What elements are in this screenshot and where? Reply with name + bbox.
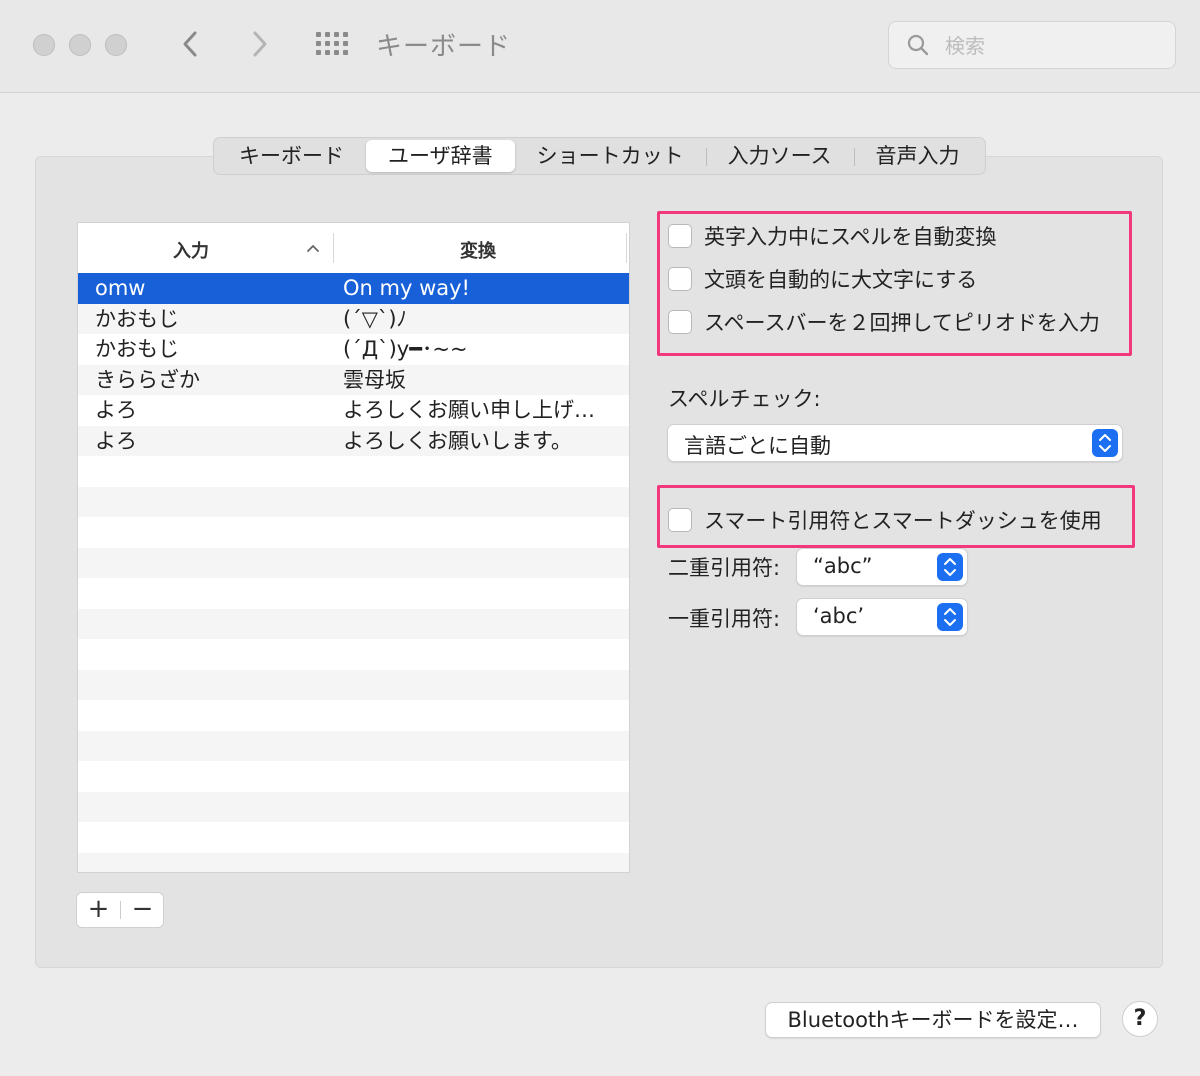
table-row[interactable]: よろ よろしくお願い申し上げ… <box>78 395 629 426</box>
user-dictionary-table[interactable]: 入力 変換 omw On my way! かおもじ (´▽`)ﾉ かおもじ (´… <box>77 222 630 873</box>
zoom-window-button[interactable] <box>105 34 127 56</box>
single-quote-label: 一重引用符: <box>668 607 781 631</box>
spellcheck-select[interactable]: 言語ごとに自動 <box>667 424 1123 462</box>
empty-row <box>78 578 629 609</box>
keyboard-preferences-window: キーボード キーボード ユーザ辞書 ショートカット 入力ソース 音声入力 入力 … <box>0 0 1200 1076</box>
table-header: 入力 変換 <box>78 223 629 274</box>
chevron-left-icon <box>183 31 197 57</box>
tab-input-sources[interactable]: 入力ソース <box>705 140 854 172</box>
column-header-input[interactable]: 入力 <box>173 237 209 263</box>
auto-capitalize-label: 文頭を自動的に大文字にする <box>704 268 978 292</box>
double-quote-select[interactable]: “abc” <box>796 548 968 586</box>
tab-dictation[interactable]: 音声入力 <box>853 140 982 172</box>
cell-input: omw <box>95 276 146 300</box>
help-button[interactable]: ? <box>1122 1001 1158 1037</box>
auto-capitalize-option[interactable]: 文頭を自動的に大文字にする <box>668 264 977 294</box>
double-space-period-label: スペースバーを２回押してピリオドを入力 <box>704 311 1100 335</box>
auto-correct-checkbox[interactable] <box>668 224 692 248</box>
add-remove-control: + − <box>76 892 164 928</box>
updown-chevron-icon <box>937 603 963 631</box>
empty-row <box>78 761 629 792</box>
search-field[interactable] <box>888 21 1176 69</box>
updown-chevron-icon <box>937 553 963 581</box>
tab-bar: キーボード ユーザ辞書 ショートカット 入力ソース 音声入力 <box>213 137 986 175</box>
back-button[interactable] <box>176 26 206 62</box>
cell-output: 雲母坂 <box>343 367 406 392</box>
column-header-output[interactable]: 変換 <box>460 237 496 263</box>
column-divider <box>626 233 627 263</box>
column-divider[interactable] <box>333 233 334 263</box>
single-quote-value: ‘abc’ <box>813 604 865 628</box>
smart-quotes-option[interactable]: スマート引用符とスマートダッシュを使用 <box>668 505 1102 535</box>
smart-quotes-label: スマート引用符とスマートダッシュを使用 <box>704 509 1102 533</box>
cell-output: よろしくお願いします。 <box>343 428 572 453</box>
cell-output: (´Д`)y━･~~ <box>343 337 468 361</box>
double-space-period-option[interactable]: スペースバーを２回押してピリオドを入力 <box>668 307 1100 337</box>
spellcheck-label: スペルチェック: <box>668 387 821 411</box>
setup-bluetooth-keyboard-button[interactable]: Bluetoothキーボードを設定… <box>765 1002 1101 1038</box>
empty-row <box>78 608 629 639</box>
window-title: キーボード <box>376 32 512 62</box>
double-quote-label: 二重引用符: <box>668 556 781 580</box>
empty-row <box>78 486 629 517</box>
empty-row <box>78 517 629 548</box>
empty-row <box>78 791 629 822</box>
minimize-window-button[interactable] <box>69 34 91 56</box>
updown-chevron-icon <box>1092 429 1118 457</box>
cell-output: よろしくお願い申し上げ… <box>343 398 595 422</box>
table-row[interactable]: omw On my way! <box>78 273 629 304</box>
empty-row <box>78 852 629 872</box>
cell-input: かおもじ <box>95 306 179 331</box>
add-entry-button[interactable]: + <box>77 893 120 927</box>
auto-capitalize-checkbox[interactable] <box>668 267 692 291</box>
double-space-period-checkbox[interactable] <box>668 310 692 334</box>
cell-input: きららざか <box>95 367 200 392</box>
empty-row <box>78 456 629 487</box>
search-input[interactable] <box>943 32 1167 60</box>
cell-input: よろ <box>95 428 137 453</box>
empty-row <box>78 822 629 853</box>
tab-keyboard[interactable]: キーボード <box>217 140 366 172</box>
cell-input: かおもじ <box>95 337 179 361</box>
tab-shortcuts[interactable]: ショートカット <box>515 140 706 172</box>
cell-output: On my way! <box>343 276 470 300</box>
spellcheck-value: 言語ごとに自動 <box>684 434 831 458</box>
search-icon <box>907 34 929 56</box>
empty-row <box>78 730 629 761</box>
auto-correct-option[interactable]: 英字入力中にスペルを自動変換 <box>668 221 997 251</box>
table-row[interactable]: よろ よろしくお願いします。 <box>78 425 629 456</box>
empty-row <box>78 639 629 670</box>
sort-ascending-icon[interactable] <box>306 243 320 253</box>
empty-row <box>78 700 629 731</box>
single-quote-select[interactable]: ‘abc’ <box>796 598 968 636</box>
remove-entry-button[interactable]: − <box>121 893 164 927</box>
empty-row <box>78 547 629 578</box>
table-rows: omw On my way! かおもじ (´▽`)ﾉ かおもじ (´Д`)y━･… <box>78 273 629 872</box>
tab-user-dictionary[interactable]: ユーザ辞書 <box>366 140 515 172</box>
cell-input: よろ <box>95 398 137 422</box>
double-quote-value: “abc” <box>813 554 873 578</box>
smart-quotes-checkbox[interactable] <box>668 508 692 532</box>
empty-row <box>78 669 629 700</box>
chevron-right-icon <box>253 31 267 57</box>
close-window-button[interactable] <box>33 34 55 56</box>
auto-correct-label: 英字入力中にスペルを自動変換 <box>704 225 997 249</box>
show-all-grid-icon[interactable] <box>316 32 348 56</box>
forward-button[interactable] <box>244 26 274 62</box>
table-row[interactable]: かおもじ (´Д`)y━･~~ <box>78 334 629 365</box>
cell-output: (´▽`)ﾉ <box>343 306 408 331</box>
table-row[interactable]: きららざか 雲母坂 <box>78 364 629 395</box>
title-bar: キーボード <box>0 0 1200 93</box>
table-row[interactable]: かおもじ (´▽`)ﾉ <box>78 303 629 334</box>
